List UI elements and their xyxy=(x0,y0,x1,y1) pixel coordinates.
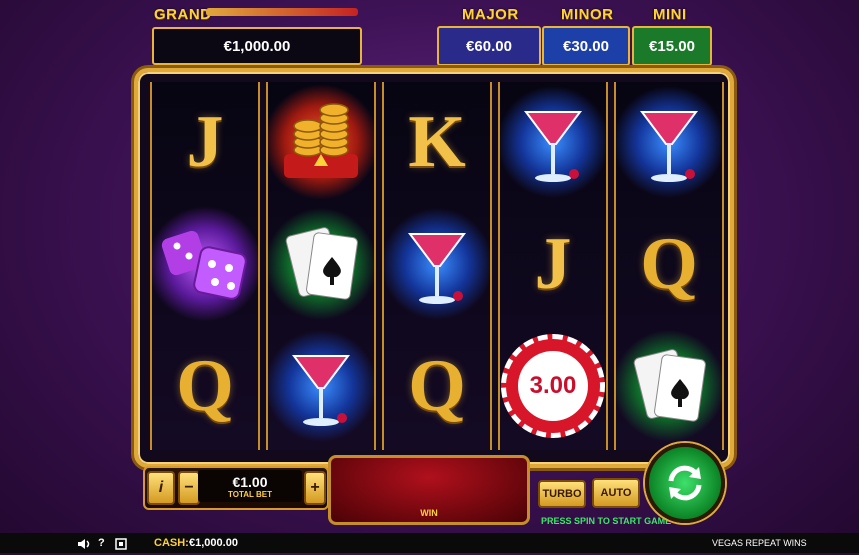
bet-increase-button[interactable]: + xyxy=(304,471,326,505)
bet-value: €1.00 xyxy=(232,473,268,490)
aces-cards-icon xyxy=(616,326,722,446)
refresh-icon xyxy=(668,465,702,501)
help-button[interactable]: ? xyxy=(98,537,105,549)
bet-display: €1.00 TOTAL BET xyxy=(198,470,302,502)
symbol-q: Q xyxy=(640,222,698,305)
fullscreen-icon[interactable] xyxy=(115,537,127,555)
game-name: VEGAS REPEAT WINS xyxy=(712,538,807,548)
win-display: WIN xyxy=(328,455,530,525)
grand-label: GRAND xyxy=(154,6,212,23)
reel-5: Q xyxy=(614,82,724,450)
chip-value: 3.00 xyxy=(529,372,577,399)
major-label: MAJOR xyxy=(462,6,519,23)
sound-icon[interactable] xyxy=(77,537,91,555)
reel-4: J 3.00 xyxy=(498,82,608,450)
coin-stack-icon xyxy=(268,82,374,202)
major-value: €60.00 xyxy=(466,37,512,55)
symbol-j: J xyxy=(186,100,224,183)
spin-button[interactable] xyxy=(645,443,725,523)
cocktail-icon xyxy=(268,326,374,446)
mini-label: MINI xyxy=(653,6,687,23)
bet-caption: TOTAL BET xyxy=(228,489,272,499)
turbo-button[interactable]: TURBO xyxy=(538,480,586,508)
auto-button[interactable]: AUTO xyxy=(592,478,640,508)
cash-label: CASH: xyxy=(154,537,189,549)
cocktail-icon xyxy=(500,82,606,202)
symbol-j: J xyxy=(534,222,572,305)
mini-value: €15.00 xyxy=(649,37,695,55)
minor-label: MINOR xyxy=(561,6,614,23)
cocktail-icon xyxy=(384,204,490,324)
grand-ribbon xyxy=(206,8,358,16)
reel-1: J Q xyxy=(150,82,260,450)
cocktail-icon xyxy=(616,82,722,202)
symbol-q: Q xyxy=(408,344,466,427)
mini-value-box: €15.00 xyxy=(632,26,712,66)
major-value-box: €60.00 xyxy=(437,26,541,66)
spin-hint: PRESS SPIN TO START GAME xyxy=(541,516,672,526)
reel-3: K Q xyxy=(382,82,492,450)
bet-decrease-button[interactable]: − xyxy=(178,471,200,505)
cash-value: €1,000.00 xyxy=(189,537,238,549)
symbol-k: K xyxy=(408,100,466,183)
aces-cards-icon xyxy=(268,204,374,324)
dice-icon xyxy=(152,204,258,324)
grand-value-box: €1,000.00 xyxy=(152,27,362,65)
info-button[interactable]: i xyxy=(147,471,175,505)
minor-value: €30.00 xyxy=(563,37,609,55)
reel-frame: J Q K Q J 3.00 Q xyxy=(134,68,734,468)
grand-value: €1,000.00 xyxy=(223,37,291,55)
reel-2 xyxy=(266,82,376,450)
chip-icon: 3.00 xyxy=(500,326,606,446)
win-label: WIN xyxy=(420,508,438,518)
symbol-q: Q xyxy=(176,344,234,427)
minor-value-box: €30.00 xyxy=(542,26,630,66)
